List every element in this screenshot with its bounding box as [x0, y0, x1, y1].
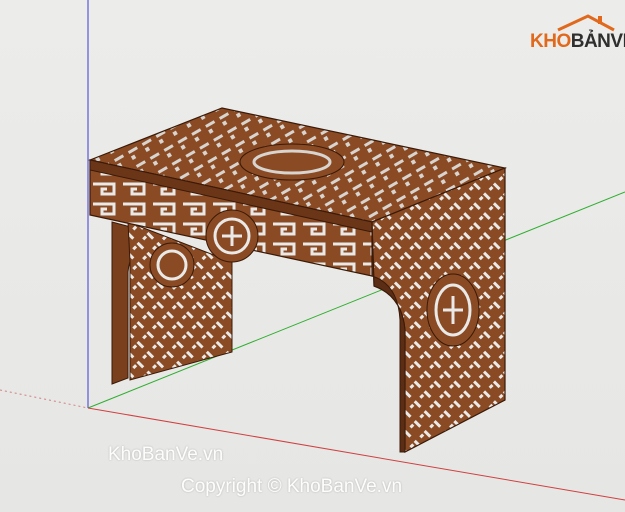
watermark-copyright: Copyright © KhoBanVe.vn: [181, 476, 403, 497]
logo-text: KHOBẢNVẼ: [530, 31, 625, 52]
table-model[interactable]: [87, 107, 508, 453]
tabletop-medallion: [239, 143, 345, 181]
watermark-site: KhoBanVe.vn: [108, 444, 224, 465]
sketchup-viewport[interactable]: KHOBẢNVẼ KhoBanVe.vn Copyright © KhoBanV…: [0, 0, 625, 512]
red-axis-dotted: [0, 389, 89, 409]
model-canvas[interactable]: [0, 0, 625, 512]
khobanve-logo: KHOBẢNVẼ: [528, 10, 625, 56]
